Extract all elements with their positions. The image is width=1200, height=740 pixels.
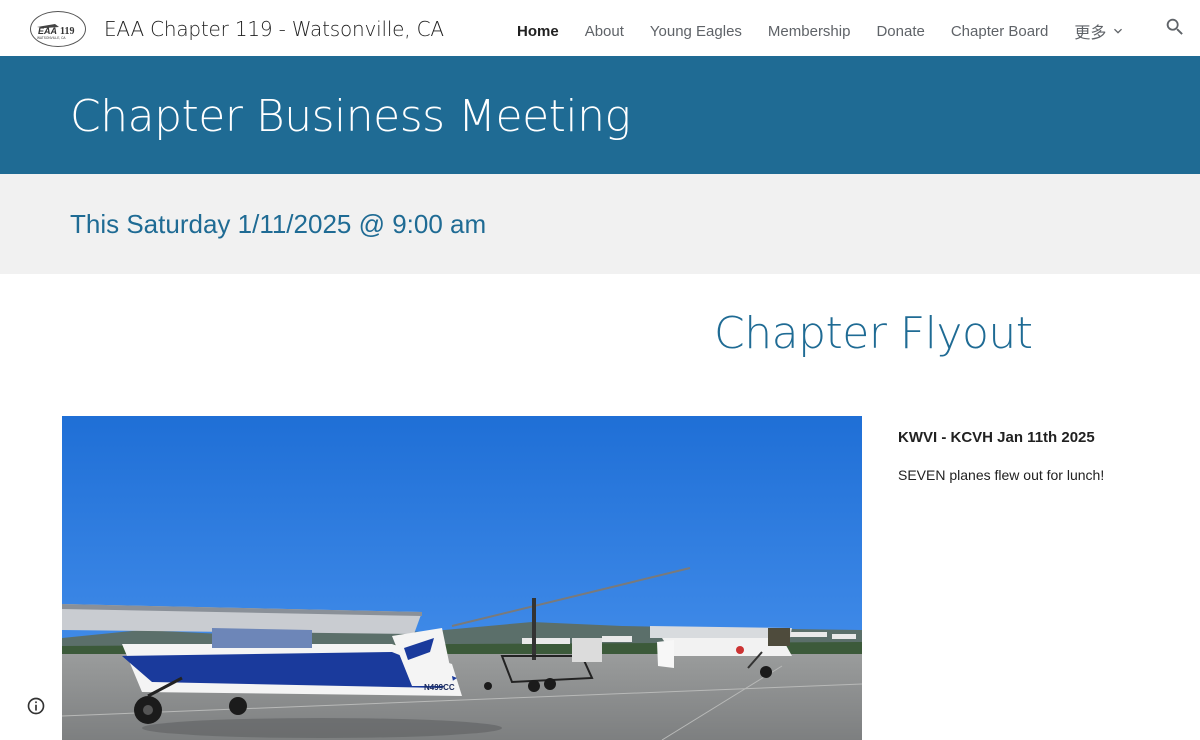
chapter-logo[interactable]: EAA 119 WATSONVILLE, CA [30,11,86,47]
nav-more-label: 更多 [1074,25,1107,42]
flyout-route-text: KWVI - KCVH Jan 11th 2025 [898,429,1095,446]
meeting-date-text: This Saturday 1/11/2025 @ 9:00 am [70,209,487,239]
flyout-description: SEVEN planes flew out for lunch! [898,467,1105,483]
photo-image: N499CC [62,416,862,740]
logo-text-eaa: EAA [38,26,57,36]
photo-aircraft-registration: N499CC [424,683,455,692]
nav-item-about[interactable]: About [585,23,624,40]
flyout-heading: Chapter Flyout [714,308,1033,359]
page-title: Chapter Business Meeting [70,91,631,142]
search-icon[interactable] [1164,16,1186,38]
nav-item-donate[interactable]: Donate [876,23,924,40]
title-banner: Chapter Business Meeting [0,56,1200,174]
nav-more-menu[interactable]: 更多 [1074,19,1126,43]
nav-item-chapter-board[interactable]: Chapter Board [951,23,1049,40]
top-navigation-bar: EAA 119 WATSONVILLE, CA EAA Chapter 119 … [0,0,1200,56]
nav-item-membership[interactable]: Membership [768,23,851,40]
chevron-down-icon [1114,28,1123,34]
info-icon[interactable] [26,696,46,716]
meeting-banner: This Saturday 1/11/2025 @ 9:00 am [0,174,1200,274]
airplanes-on-ramp-photo[interactable]: N499CC [62,416,862,740]
logo-text-location: WATSONVILLE, CA [37,36,66,40]
nav-item-home[interactable]: Home [517,23,559,40]
nav-item-young-eagles[interactable]: Young Eagles [650,23,742,40]
main-nav: Home About Young Eagles Membership Donat… [517,19,1126,43]
eaa-logo-icon: EAA 119 WATSONVILLE, CA [37,24,74,40]
site-title[interactable]: EAA Chapter 119 - Watsonville, CA [104,17,444,41]
